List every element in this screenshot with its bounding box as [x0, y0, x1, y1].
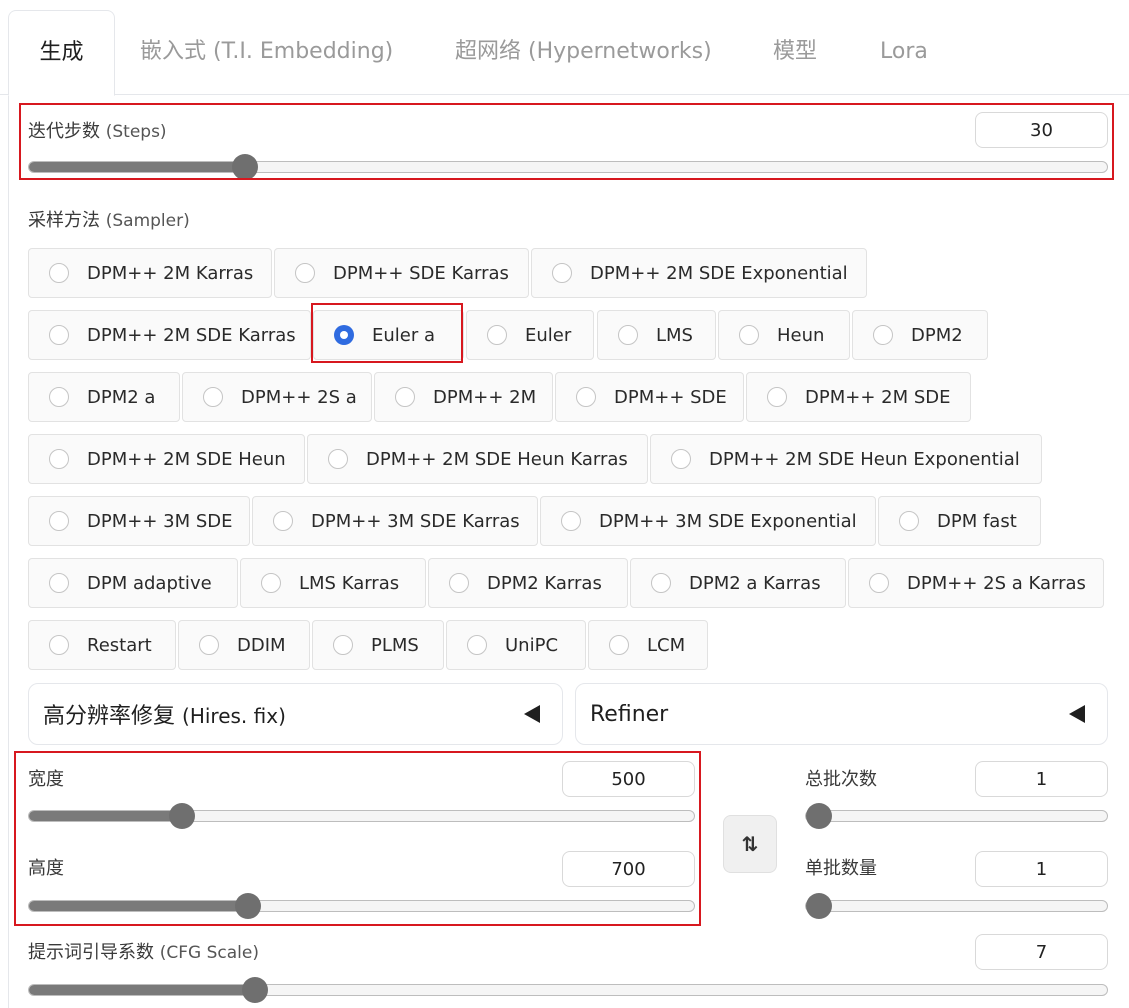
- radio-dot[interactable]: [49, 449, 69, 469]
- radio-dot[interactable]: [395, 387, 415, 407]
- hires-fix-accordion[interactable]: 高分辨率修复 (Hires. fix): [28, 683, 563, 745]
- sampler-option[interactable]: PLMS: [312, 620, 444, 670]
- batch-size-slider[interactable]: [805, 893, 1108, 919]
- cfg-slider-thumb[interactable]: [242, 977, 269, 1003]
- tab-lora[interactable]: Lora: [880, 10, 928, 94]
- tab-embedding[interactable]: 嵌入式 (T.I. Embedding): [140, 10, 393, 94]
- tab-bar: 生成 嵌入式 (T.I. Embedding) 超网络 (Hypernetwor…: [0, 0, 1129, 96]
- sampler-option[interactable]: DPM2 Karras: [428, 558, 628, 608]
- sampler-option[interactable]: DDIM: [178, 620, 310, 670]
- sampler-option[interactable]: DPM2 a Karras: [630, 558, 846, 608]
- sampler-option[interactable]: LCM: [588, 620, 708, 670]
- sampler-option[interactable]: Euler: [466, 310, 594, 360]
- radio-dot[interactable]: [333, 635, 353, 655]
- tab-generate[interactable]: 生成: [8, 10, 115, 96]
- radio-dot[interactable]: [273, 511, 293, 531]
- sampler-label: 采样方法 (Sampler): [28, 210, 190, 231]
- sampler-option[interactable]: DPM++ 2M SDE Karras: [28, 310, 311, 360]
- radio-dot[interactable]: [618, 325, 638, 345]
- sampler-option[interactable]: DPM++ 2S a: [182, 372, 372, 422]
- radio-dot[interactable]: [739, 325, 759, 345]
- refiner-accordion[interactable]: Refiner: [575, 683, 1108, 745]
- sampler-option[interactable]: Restart: [28, 620, 176, 670]
- sampler-option[interactable]: LMS Karras: [240, 558, 426, 608]
- radio-dot[interactable]: [552, 263, 572, 283]
- sampler-option[interactable]: DPM++ 2S a Karras: [848, 558, 1104, 608]
- sampler-option[interactable]: DPM++ 2M SDE: [746, 372, 971, 422]
- tab-divider: [0, 94, 1129, 95]
- radio-dot[interactable]: [328, 449, 348, 469]
- batch-count-slider[interactable]: [805, 803, 1108, 829]
- radio-dot[interactable]: [49, 263, 69, 283]
- radio-dot[interactable]: [576, 387, 596, 407]
- batch-count-label: 总批次数: [805, 769, 877, 790]
- batch-size-slider-thumb[interactable]: [806, 893, 832, 919]
- radio-dot[interactable]: [467, 635, 487, 655]
- swap-arrows-icon: ⇅: [741, 832, 759, 856]
- panel-border: [8, 95, 9, 1008]
- radio-dot[interactable]: [651, 573, 671, 593]
- sampler-option[interactable]: DPM++ 3M SDE Exponential: [540, 496, 876, 546]
- sampler-option[interactable]: DPM++ 2M SDE Heun Exponential: [650, 434, 1042, 484]
- cfg-slider[interactable]: [28, 977, 1108, 1003]
- collapse-arrow-icon[interactable]: [524, 705, 540, 723]
- radio-dot[interactable]: [609, 635, 629, 655]
- batch-size-input[interactable]: 1: [975, 851, 1108, 887]
- radio-dot[interactable]: [295, 263, 315, 283]
- cfg-label: 提示词引导系数 (CFG Scale): [28, 942, 259, 963]
- radio-dot[interactable]: [449, 573, 469, 593]
- sampler-option[interactable]: Heun: [718, 310, 850, 360]
- collapse-arrow-icon[interactable]: [1069, 705, 1085, 723]
- radio-dot[interactable]: [767, 387, 787, 407]
- sampler-option[interactable]: DPM fast: [878, 496, 1041, 546]
- sampler-option[interactable]: DPM++ 2M SDE Heun Karras: [307, 434, 648, 484]
- sampler-option[interactable]: DPM++ 3M SDE: [28, 496, 250, 546]
- sampler-option[interactable]: DPM++ SDE Karras: [274, 248, 529, 298]
- radio-dot[interactable]: [561, 511, 581, 531]
- sampler-highlight: [311, 303, 463, 363]
- radio-dot[interactable]: [261, 573, 281, 593]
- sampler-option[interactable]: UniPC: [446, 620, 586, 670]
- tab-models[interactable]: 模型: [773, 10, 817, 94]
- sampler-option[interactable]: DPM2 a: [28, 372, 180, 422]
- sampler-option[interactable]: DPM++ SDE: [555, 372, 744, 422]
- radio-dot[interactable]: [49, 325, 69, 345]
- size-highlight: [14, 751, 701, 926]
- radio-dot[interactable]: [49, 511, 69, 531]
- refiner-label: Refiner: [590, 701, 669, 727]
- sampler-option[interactable]: DPM2: [852, 310, 988, 360]
- steps-highlight: [19, 103, 1114, 180]
- hires-fix-label: 高分辨率修复 (Hires. fix): [43, 704, 286, 729]
- radio-dot[interactable]: [49, 387, 69, 407]
- radio-dot[interactable]: [873, 325, 893, 345]
- radio-dot[interactable]: [671, 449, 691, 469]
- sampler-option[interactable]: DPM++ 2M: [374, 372, 553, 422]
- sampler-option[interactable]: DPM++ 2M SDE Exponential: [531, 248, 867, 298]
- tab-hypernetworks[interactable]: 超网络 (Hypernetworks): [455, 10, 712, 94]
- batch-count-input[interactable]: 1: [975, 761, 1108, 797]
- sampler-option[interactable]: DPM++ 2M SDE Heun: [28, 434, 305, 484]
- radio-dot[interactable]: [487, 325, 507, 345]
- sampler-option[interactable]: DPM adaptive: [28, 558, 238, 608]
- sampler-option[interactable]: DPM++ 2M Karras: [28, 248, 272, 298]
- radio-dot[interactable]: [203, 387, 223, 407]
- sampler-option[interactable]: LMS: [597, 310, 716, 360]
- batch-count-slider-thumb[interactable]: [806, 803, 832, 829]
- swap-dimensions-button[interactable]: ⇅: [723, 815, 777, 873]
- batch-size-label: 单批数量: [805, 858, 877, 879]
- radio-dot[interactable]: [869, 573, 889, 593]
- radio-dot[interactable]: [199, 635, 219, 655]
- radio-dot[interactable]: [49, 573, 69, 593]
- sampler-option[interactable]: DPM++ 3M SDE Karras: [252, 496, 538, 546]
- radio-dot[interactable]: [49, 635, 69, 655]
- cfg-input[interactable]: 7: [975, 934, 1108, 970]
- radio-dot[interactable]: [899, 511, 919, 531]
